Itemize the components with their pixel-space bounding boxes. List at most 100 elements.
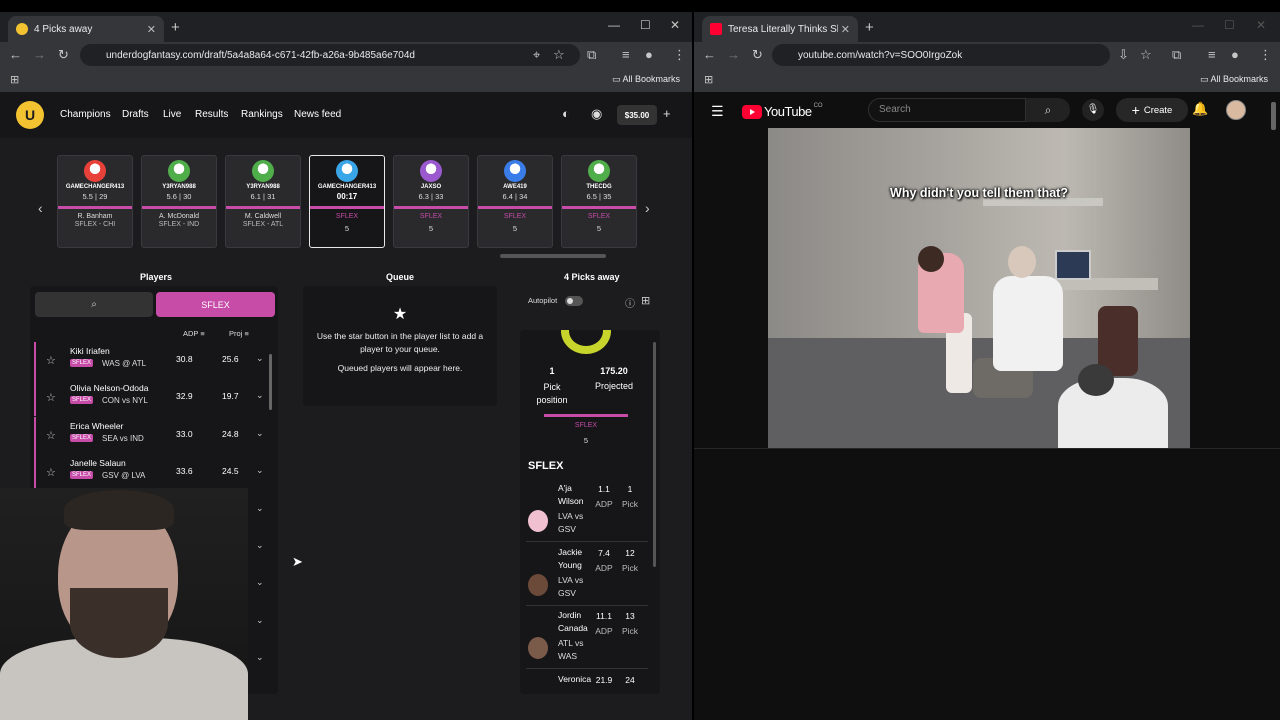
maximize-icon[interactable]: ☐ bbox=[1224, 18, 1235, 32]
player-name: Kiki Iriafen bbox=[70, 346, 110, 356]
nav-champions[interactable]: Champions bbox=[60, 109, 111, 120]
create-button[interactable]: + Create bbox=[1116, 98, 1188, 122]
draft-card[interactable]: THECDG 6.5 | 35 SFLEX 5 bbox=[561, 155, 637, 248]
theme-toggle-icon[interactable]: ◐ bbox=[562, 106, 570, 121]
carousel-next-icon[interactable]: › bbox=[645, 200, 650, 216]
profile-icon[interactable]: ● bbox=[645, 47, 653, 62]
back-icon[interactable]: ← bbox=[703, 47, 716, 62]
reload-icon[interactable]: ↻ bbox=[752, 47, 763, 63]
player-row[interactable]: ☆ Janelle Salaun SFLEX GSV @ LVA 33.6 24.5 ⌄ bbox=[34, 454, 264, 492]
minimize-icon[interactable]: — bbox=[608, 18, 620, 32]
chevron-down-icon[interactable]: ⌄ bbox=[256, 615, 264, 626]
maximize-icon[interactable]: ☐ bbox=[640, 18, 651, 32]
close-tab-icon[interactable]: ✕ bbox=[147, 23, 156, 36]
star-icon[interactable]: ☆ bbox=[46, 391, 56, 404]
roster-player[interactable]: Jordin Canada ATL vs WAS 11.1 ADP 13 Pick bbox=[526, 607, 648, 669]
address-bar[interactable]: youtube.com/watch?v=SOO0IrgoZok bbox=[772, 44, 1110, 66]
all-bookmarks[interactable]: ▭ All Bookmarks bbox=[612, 74, 680, 85]
bookmark-star-icon[interactable]: ☆ bbox=[553, 47, 565, 63]
position-filter-button[interactable]: SFLEX bbox=[156, 292, 275, 317]
search-button[interactable]: ⌕ bbox=[35, 292, 153, 317]
roster-player[interactable]: A'ja Wilson LVA vs GSV 1.1 ADP 1 Pick bbox=[526, 480, 648, 542]
back-icon[interactable]: ← bbox=[9, 47, 22, 62]
menu-icon[interactable]: ⋮ bbox=[1259, 47, 1272, 63]
star-icon[interactable]: ☆ bbox=[46, 354, 56, 367]
draft-card[interactable]: Y3RYAN988 5.6 | 30 A. McDonald SFLEX - IND bbox=[141, 155, 217, 248]
players-scrollbar[interactable] bbox=[269, 354, 272, 410]
forward-icon[interactable]: → bbox=[727, 47, 740, 62]
player-row[interactable]: ☆ Olivia Nelson-Ododa SFLEX CON vs NYL 32.9 1… bbox=[34, 379, 264, 417]
hamburger-menu-icon[interactable]: ☰ bbox=[711, 103, 724, 120]
avatar[interactable] bbox=[1226, 100, 1246, 120]
new-tab-icon[interactable]: + bbox=[865, 19, 874, 36]
carousel-prev-icon[interactable]: ‹ bbox=[38, 200, 43, 216]
roster-scrollbar[interactable] bbox=[653, 342, 656, 567]
roster-adp: 7.4 ADP bbox=[592, 546, 616, 576]
draft-card[interactable]: JAXSO 6.3 | 33 SFLEX 5 bbox=[393, 155, 469, 248]
account-icon[interactable]: ◉ bbox=[591, 106, 602, 122]
chevron-down-icon[interactable]: ⌄ bbox=[256, 428, 264, 439]
player-row[interactable]: ☆ Kiki Iriafen SFLEX WAS @ ATL 30.8 25.6 ⌄ bbox=[34, 342, 264, 379]
new-tab-icon[interactable]: + bbox=[171, 19, 180, 36]
star-icon[interactable]: ☆ bbox=[46, 466, 56, 479]
media-icon[interactable]: ≡ bbox=[622, 47, 630, 62]
close-tab-icon[interactable]: ✕ bbox=[841, 23, 850, 36]
install-icon[interactable]: ⇩ bbox=[1118, 47, 1129, 63]
apps-grid-icon[interactable]: ⊞ bbox=[10, 73, 19, 86]
chevron-down-icon[interactable]: ⌄ bbox=[256, 652, 264, 663]
chevron-down-icon[interactable]: ⌄ bbox=[256, 465, 264, 476]
forward-icon[interactable]: → bbox=[33, 47, 46, 62]
media-icon[interactable]: ≡ bbox=[1208, 47, 1216, 62]
all-bookmarks[interactable]: ▭ All Bookmarks bbox=[1200, 74, 1268, 85]
nav-news-feed[interactable]: News feed bbox=[294, 109, 341, 120]
search-button[interactable]: ⌕ bbox=[1026, 98, 1070, 122]
video-player[interactable]: Why didn't you tell them that? bbox=[768, 128, 1190, 448]
chevron-down-icon[interactable]: ⌄ bbox=[256, 503, 264, 514]
nav-results[interactable]: Results bbox=[195, 109, 228, 120]
minimize-icon[interactable]: — bbox=[1192, 18, 1204, 32]
nav-drafts[interactable]: Drafts bbox=[122, 109, 149, 120]
star-icon[interactable]: ☆ bbox=[46, 429, 56, 442]
autopilot-toggle[interactable] bbox=[565, 296, 583, 306]
notifications-bell-icon[interactable]: 🔔 bbox=[1192, 101, 1208, 117]
location-icon[interactable]: ⌖ bbox=[533, 47, 540, 63]
page-scrollbar[interactable] bbox=[1271, 102, 1276, 130]
draft-card[interactable]: Y3RYAN988 6.1 | 31 M. Caldwell SFLEX - ATL bbox=[225, 155, 301, 248]
youtube-logo[interactable]: YouTube CO bbox=[742, 103, 823, 119]
draft-card[interactable]: GAMECHANGER413 5.5 | 29 R. Banham SFLEX - C… bbox=[57, 155, 133, 248]
board-scrollbar[interactable] bbox=[500, 254, 606, 258]
chevron-down-icon[interactable]: ⌄ bbox=[256, 540, 264, 551]
draft-card[interactable]: AWE419 6.4 | 34 SFLEX 5 bbox=[477, 155, 553, 248]
tab-youtube[interactable]: Teresa Literally Thinks She ✕ bbox=[702, 16, 858, 42]
chevron-down-icon[interactable]: ⌄ bbox=[256, 353, 264, 364]
cast-icon[interactable]: ⧉ bbox=[1172, 47, 1181, 63]
draft-card[interactable]: GAMECHANGER413 00:17 SFLEX 5 bbox=[309, 155, 385, 248]
roster-player[interactable]: Jackie Young LVA vs GSV 7.4 ADP 12 Pick bbox=[526, 544, 648, 606]
slot-pick: 5 bbox=[512, 224, 518, 233]
grid-view-icon[interactable]: ⊞ bbox=[641, 294, 650, 307]
underdog-logo[interactable]: U bbox=[16, 101, 44, 129]
adp-sort-header[interactable]: ADP ≡ bbox=[183, 329, 205, 338]
tab-underdog[interactable]: 4 Picks away ✕ bbox=[8, 16, 164, 42]
player-row[interactable]: ☆ Erica Wheeler SFLEX SEA vs IND 33.0 24.8 ⌄ bbox=[34, 416, 264, 454]
roster-player[interactable]: Veronica 21.9 24 bbox=[526, 671, 648, 695]
chevron-down-icon[interactable]: ⌄ bbox=[256, 577, 264, 588]
close-window-icon[interactable]: ✕ bbox=[1256, 18, 1266, 32]
nav-rankings[interactable]: Rankings bbox=[241, 109, 283, 120]
profile-icon[interactable]: ● bbox=[1231, 47, 1239, 62]
close-window-icon[interactable]: ✕ bbox=[670, 18, 680, 32]
proj-sort-header[interactable]: Proj ≡ bbox=[229, 329, 249, 338]
search-input[interactable]: Search bbox=[868, 98, 1026, 122]
cast-icon[interactable]: ⧉ bbox=[587, 47, 596, 63]
menu-icon[interactable]: ⋮ bbox=[673, 47, 686, 63]
nav-live[interactable]: Live bbox=[163, 109, 181, 120]
chevron-down-icon[interactable]: ⌄ bbox=[256, 390, 264, 401]
apps-grid-icon[interactable]: ⊞ bbox=[704, 73, 713, 86]
bookmark-star-icon[interactable]: ☆ bbox=[1140, 47, 1152, 63]
add-funds-icon[interactable]: + bbox=[663, 106, 671, 121]
address-bar[interactable]: underdogfantasy.com/draft/5a4a8a64-c671-… bbox=[80, 44, 580, 66]
balance-badge[interactable]: $35.00 bbox=[617, 105, 657, 125]
reload-icon[interactable]: ↻ bbox=[58, 47, 69, 63]
voice-search-icon[interactable]: 🎙 bbox=[1082, 99, 1104, 121]
info-icon[interactable]: ⓘ bbox=[625, 295, 635, 310]
